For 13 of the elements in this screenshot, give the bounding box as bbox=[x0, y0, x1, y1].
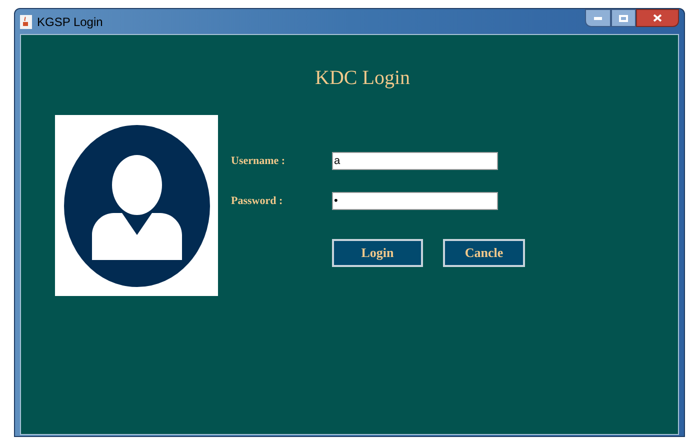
input-field[interactable]: • bbox=[332, 192, 498, 210]
field-label: Username : bbox=[231, 154, 286, 169]
minimize-button[interactable] bbox=[585, 9, 611, 27]
field-label: Password : bbox=[231, 194, 284, 209]
login-button[interactable]: Login bbox=[332, 239, 423, 267]
page-heading: KDC Login bbox=[314, 66, 411, 91]
close-button[interactable] bbox=[636, 9, 679, 27]
window-title: KGSP Login bbox=[37, 14, 103, 30]
user-avatar-icon bbox=[64, 124, 210, 286]
close-icon bbox=[653, 14, 662, 22]
cancel-button[interactable]: Cancle bbox=[443, 239, 525, 267]
maximize-button[interactable] bbox=[611, 9, 636, 27]
input-field[interactable]: a bbox=[332, 152, 498, 170]
